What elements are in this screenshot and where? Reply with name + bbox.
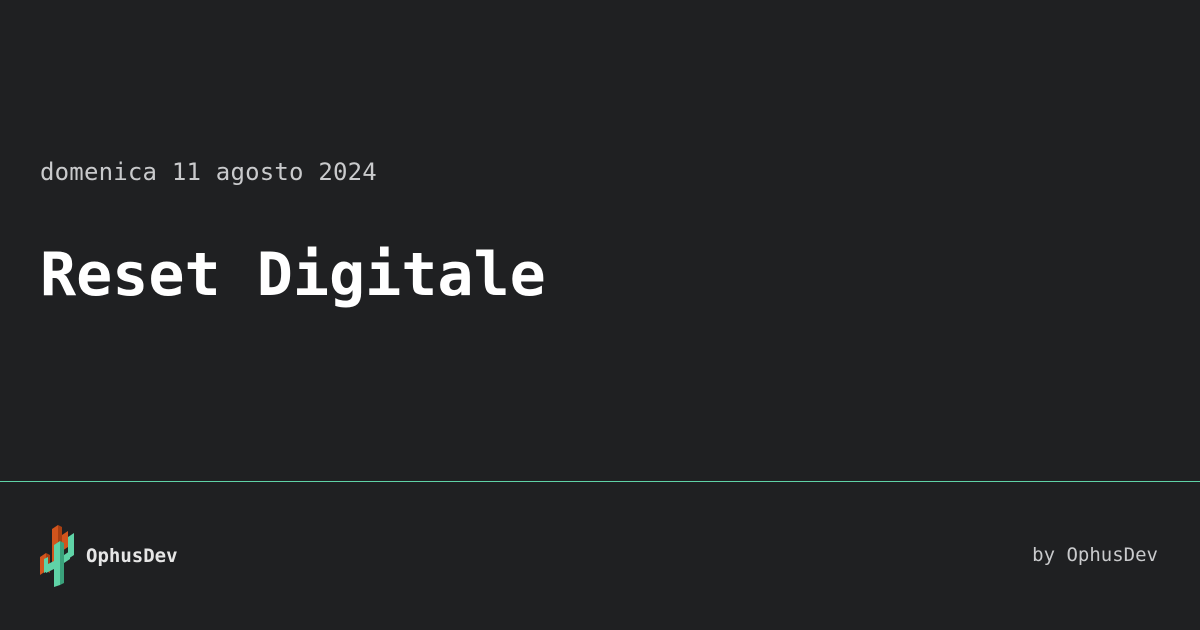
post-date: domenica 11 agosto 2024 xyxy=(40,158,377,186)
divider xyxy=(0,481,1200,482)
brand: OphusDev xyxy=(40,524,178,588)
og-card: domenica 11 agosto 2024 Reset Digitale O… xyxy=(0,0,1200,630)
author-byline: by OphusDev xyxy=(1032,544,1158,566)
cactus-logo-icon xyxy=(40,525,74,587)
brand-name: OphusDev xyxy=(86,545,178,567)
post-title: Reset Digitale xyxy=(40,240,546,310)
